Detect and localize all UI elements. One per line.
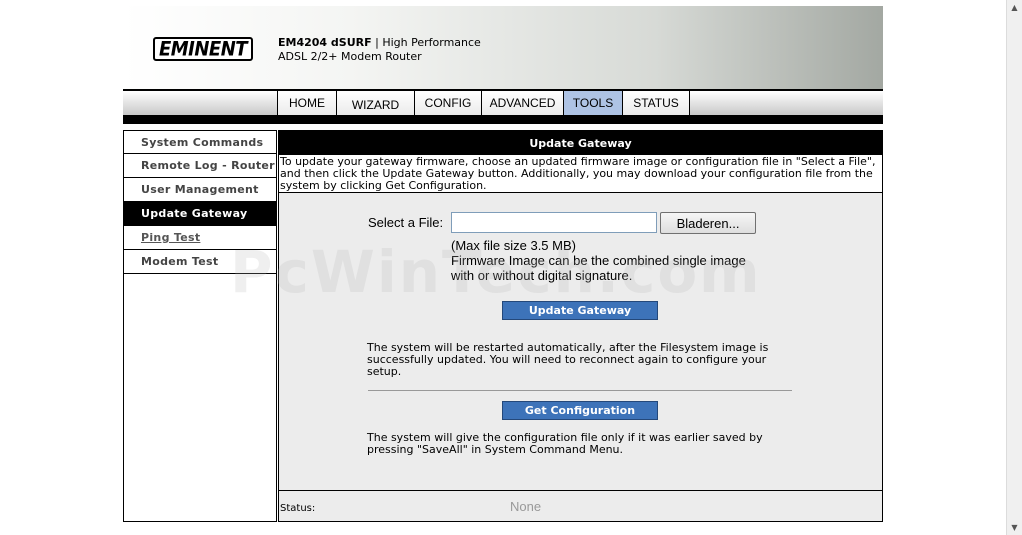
file-label: Select a File: [368,215,444,230]
router-page: EMINENT EM4204 dSURF | High Performance … [123,6,884,522]
tab-advanced[interactable]: ADVANCED [482,91,564,115]
main-panel: Update Gateway To update your gateway fi… [278,130,883,522]
max-size-note: (Max file size 3.5 MB) [451,238,576,253]
nav-tabs: HOME WIZARD CONFIG ADVANCED TOOLS STATUS [278,91,690,115]
header-banner: EMINENT EM4204 dSURF | High Performance … [123,6,883,89]
tab-wizard[interactable]: WIZARD [337,91,415,115]
tab-status[interactable]: STATUS [623,91,690,115]
nav-spacer [123,91,278,115]
chevron-down-icon[interactable]: ▼ [1007,520,1022,535]
page-title: Update Gateway [279,131,882,155]
tab-tools[interactable]: TOOLS [564,91,623,115]
nav-divider [123,117,883,124]
restart-note: The system will be restarted automatical… [367,341,769,378]
update-form: Select a File: Bladeren... (Max file siz… [279,193,882,489]
tab-config[interactable]: CONFIG [415,91,482,115]
sidebar-item-user-management[interactable]: User Management [124,178,276,202]
top-nav: HOME WIZARD CONFIG ADVANCED TOOLS STATUS [123,89,883,117]
sidebar-item-modem-test[interactable]: Modem Test [124,250,276,274]
firmware-note: Firmware Image can be the combined singl… [451,253,746,283]
eminent-logo: EMINENT [153,37,253,61]
get-configuration-button[interactable]: Get Configuration [502,401,658,420]
file-input[interactable] [451,212,657,233]
tab-home[interactable]: HOME [278,91,337,115]
status-value: None [510,499,542,514]
sidebar-item-remote-log[interactable]: Remote Log - Router [124,154,276,178]
chevron-up-icon[interactable]: ▲ [1007,0,1022,15]
vertical-scrollbar[interactable]: ▲ ▼ [1006,0,1022,535]
status-label: Status: [280,503,316,514]
sidebar: System Commands Remote Log - Router User… [123,130,277,522]
browse-button[interactable]: Bladeren... [660,212,756,234]
product-desc-2: ADSL 2/2+ Modem Router [278,50,422,63]
status-row: Status: None [279,490,882,521]
section-divider [368,390,792,391]
page-description: To update your gateway firmware, choose … [279,155,882,193]
sidebar-item-ping-test[interactable]: Ping Test [124,226,276,250]
update-gateway-button[interactable]: Update Gateway [502,301,658,320]
config-note: The system will give the configuration f… [367,431,763,456]
sidebar-item-update-gateway[interactable]: Update Gateway [124,202,276,226]
product-desc-1: | High Performance [375,36,481,49]
sidebar-item-system-commands[interactable]: System Commands [124,130,276,154]
product-model: EM4204 dSURF [278,36,372,49]
logo-text: EMINENT [158,37,248,61]
product-title: EM4204 dSURF | High Performance [278,36,481,49]
